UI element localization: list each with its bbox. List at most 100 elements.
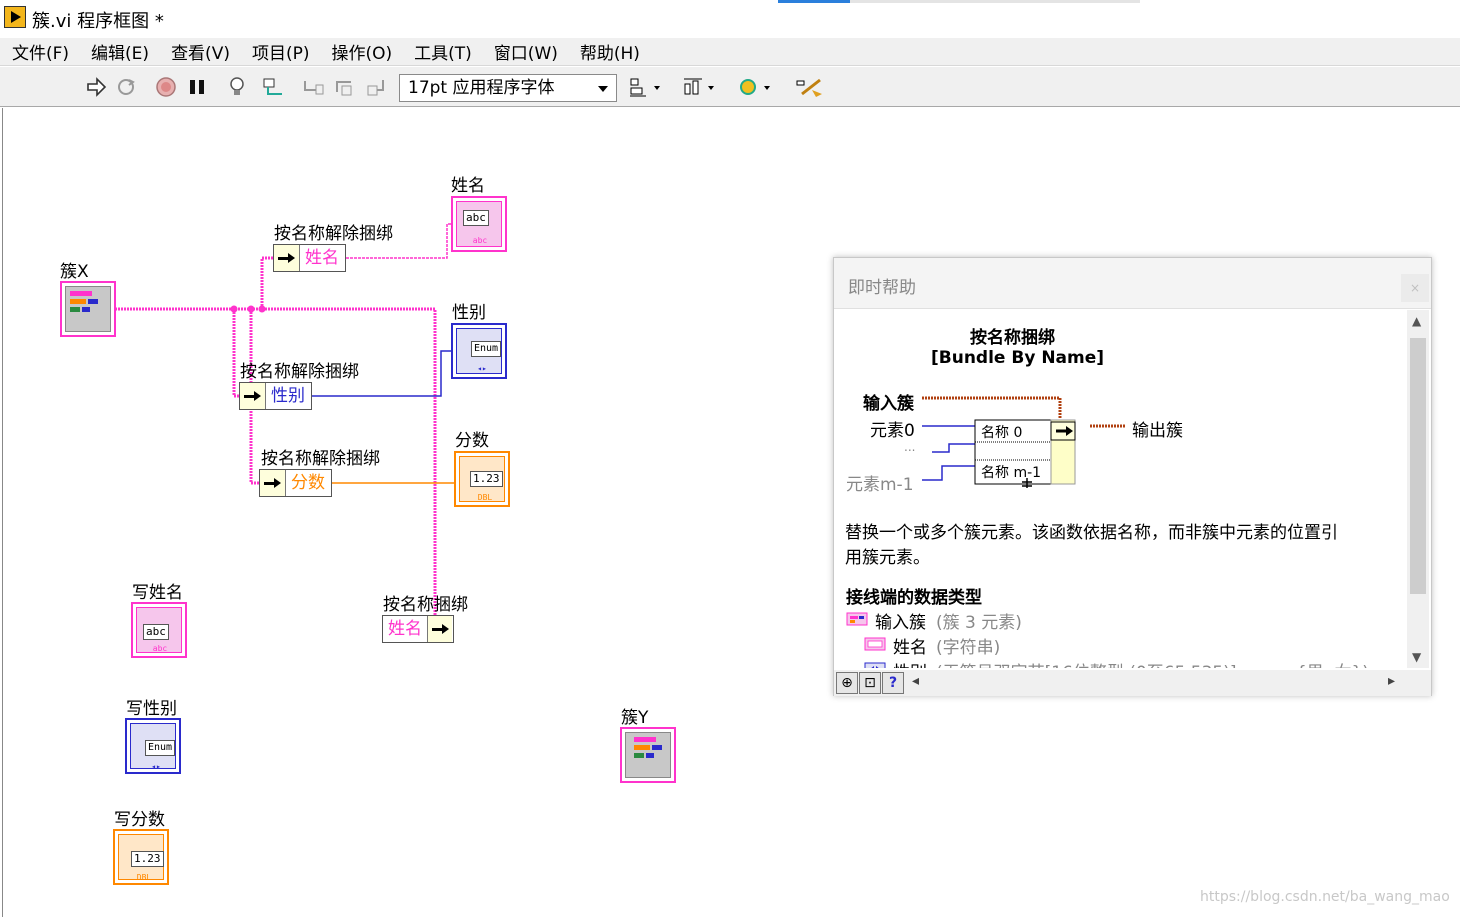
help-vertical-scrollbar[interactable]: ▲ ▼ — [1407, 310, 1429, 668]
tab-strip — [778, 0, 1140, 3]
lock-icon[interactable]: ⊡ — [859, 672, 881, 694]
step-out-icon[interactable] — [366, 76, 388, 98]
distribute-objects-icon[interactable] — [682, 76, 720, 98]
type-row-name: 输入簇 — [875, 613, 926, 633]
toolbar: 17pt 应用程序字体 — [0, 67, 1460, 107]
term-element-0: 元素0 — [870, 421, 915, 441]
double-control-icon: 1.23 DBL — [118, 834, 164, 882]
unbundle-field-score[interactable]: 分数 — [286, 470, 330, 496]
font-select-value: 17pt 应用程序字体 — [408, 78, 555, 98]
menu-operate[interactable]: 操作(O) — [320, 39, 403, 64]
unbundle-by-name-node[interactable]: 姓名 — [273, 244, 346, 272]
cluster-y-terminal[interactable] — [620, 727, 676, 783]
term-input-cluster: 输入簇 — [863, 394, 914, 414]
type-row-name: 性别 — [893, 658, 927, 668]
retain-wire-values-icon[interactable] — [262, 76, 284, 98]
run-continuous-icon[interactable] — [115, 76, 137, 98]
indicator-gender-terminal[interactable]: Enum ◂▸ — [451, 323, 507, 379]
scroll-right-icon[interactable]: ▸ — [1388, 673, 1395, 689]
data-types-heading: 接线端的数据类型 — [846, 588, 982, 608]
scroll-down-icon[interactable]: ▼ — [1412, 650, 1421, 664]
abort-icon[interactable] — [155, 76, 177, 98]
description-line-2: 用簇元素。 — [845, 548, 930, 568]
scroll-up-icon[interactable]: ▲ — [1412, 314, 1421, 328]
help-question-icon[interactable]: ? — [882, 672, 904, 694]
bundle-by-name-node[interactable]: 姓名 — [382, 615, 454, 643]
context-help-title: 即时帮助 — [848, 278, 916, 298]
watermark-text: https://blog.csdn.net/ba_wang_mao — [1200, 889, 1450, 905]
wire-junction — [247, 305, 255, 313]
control-gender-terminal[interactable]: Enum ◂▸ — [125, 718, 181, 774]
type-sub: ◂▸ — [477, 364, 487, 373]
type-row-input-cluster: 输入簇 (簇 3 元素) — [846, 608, 1406, 633]
unbundle-field-name[interactable]: 姓名 — [300, 245, 344, 271]
bundle-label: 按名称捆绑 — [383, 595, 468, 615]
menu-project[interactable]: 项目(P) — [240, 39, 320, 64]
double-indicator-icon: 1.23 DBL — [459, 456, 505, 502]
scroll-thumb[interactable] — [1410, 338, 1426, 594]
vi-app-icon — [4, 6, 26, 28]
type-tag: abc — [463, 210, 489, 226]
labview-window: 簇.vi 程序框图 * 文件(F) 编辑(E) 查看(V) 项目(P) 操作(O… — [0, 0, 1460, 917]
unbundle-arrow-icon — [260, 470, 286, 496]
type-tag: Enum — [145, 740, 176, 756]
menu-window[interactable]: 窗口(W) — [482, 39, 568, 64]
type-sub: DBL — [477, 493, 493, 502]
indicator-score-label: 分数 — [455, 431, 489, 451]
window-title: 簇.vi 程序框图 * — [32, 11, 164, 32]
menu-help[interactable]: 帮助(H) — [568, 39, 650, 64]
pin-icon[interactable]: ⊕ — [836, 672, 858, 694]
string-indicator-icon: abc abc — [456, 201, 502, 247]
wire-junction — [230, 305, 238, 313]
type-sub: abc — [152, 644, 168, 653]
indicator-name-label: 姓名 — [451, 176, 485, 196]
context-help-body: 按名称捆绑 [Bundle By Name] 输入簇 元素0 ... 元素m-1 — [834, 310, 1409, 668]
cluster-y-label: 簇Y — [621, 708, 649, 728]
cleanup-diagram-icon[interactable] — [794, 76, 824, 98]
cluster-type-icon — [846, 612, 868, 626]
menu-view[interactable]: 查看(V) — [159, 39, 240, 64]
unbundle-by-name-node[interactable]: 性别 — [239, 382, 312, 410]
indicator-name-terminal[interactable]: abc abc — [451, 196, 507, 252]
box-name-0: 名称 0 — [981, 425, 1023, 441]
cluster-x-terminal[interactable] — [60, 281, 116, 337]
connector-pane-diagram — [922, 396, 1126, 488]
chevron-down-icon — [598, 86, 608, 92]
unbundle-gender-label: 按名称解除捆绑 — [240, 362, 359, 382]
cluster-icon — [65, 286, 111, 332]
control-score-terminal[interactable]: 1.23 DBL — [113, 829, 169, 885]
menu-edit[interactable]: 编辑(E) — [79, 39, 159, 64]
cluster-x-label: 簇X — [60, 262, 89, 282]
unbundle-by-name-node[interactable]: 分数 — [259, 469, 332, 497]
step-over-icon[interactable] — [334, 76, 356, 98]
control-gender-label: 写性别 — [126, 699, 177, 719]
font-select[interactable]: 17pt 应用程序字体 — [399, 74, 617, 102]
box-name-m-1: 名称 m-1 — [981, 465, 1042, 481]
unbundle-field-gender[interactable]: 性别 — [266, 383, 310, 409]
description-line-1: 替换一个或多个簇元素。该函数依据名称，而非簇中元素的位置引 — [845, 523, 1338, 543]
control-name-terminal[interactable]: abc abc — [131, 602, 187, 658]
string-type-icon — [864, 637, 886, 651]
type-row-type: (簇 3 元素) — [936, 613, 1022, 633]
wire-junction — [258, 305, 266, 313]
help-footer: ⊕ ⊡ ? ◂ ▸ — [834, 670, 1431, 696]
unbundle-score-label: 按名称解除捆绑 — [261, 449, 380, 469]
control-name-label: 写姓名 — [132, 583, 183, 603]
highlight-execution-icon[interactable] — [226, 76, 248, 98]
run-arrow-icon[interactable] — [85, 76, 107, 98]
close-icon[interactable]: × — [1401, 274, 1429, 302]
menu-file[interactable]: 文件(F) — [0, 39, 79, 64]
active-tab-indicator — [778, 0, 850, 3]
indicator-score-terminal[interactable]: 1.23 DBL — [454, 451, 510, 507]
align-objects-icon[interactable] — [628, 76, 666, 98]
scroll-left-icon[interactable]: ◂ — [912, 673, 919, 689]
enum-control-icon: Enum ◂▸ — [130, 723, 176, 771]
context-help-window[interactable]: 即时帮助 × 按名称捆绑 [Bundle By Name] 输入簇 元素0 ..… — [833, 257, 1432, 696]
menu-tools[interactable]: 工具(T) — [402, 39, 482, 64]
bundle-field-name[interactable]: 姓名 — [383, 616, 428, 642]
reorder-icon[interactable] — [738, 76, 776, 98]
step-into-icon[interactable] — [302, 76, 324, 98]
type-sub: abc — [472, 236, 488, 245]
pause-icon[interactable] — [186, 76, 208, 98]
term-ellipsis: ... — [904, 440, 916, 454]
